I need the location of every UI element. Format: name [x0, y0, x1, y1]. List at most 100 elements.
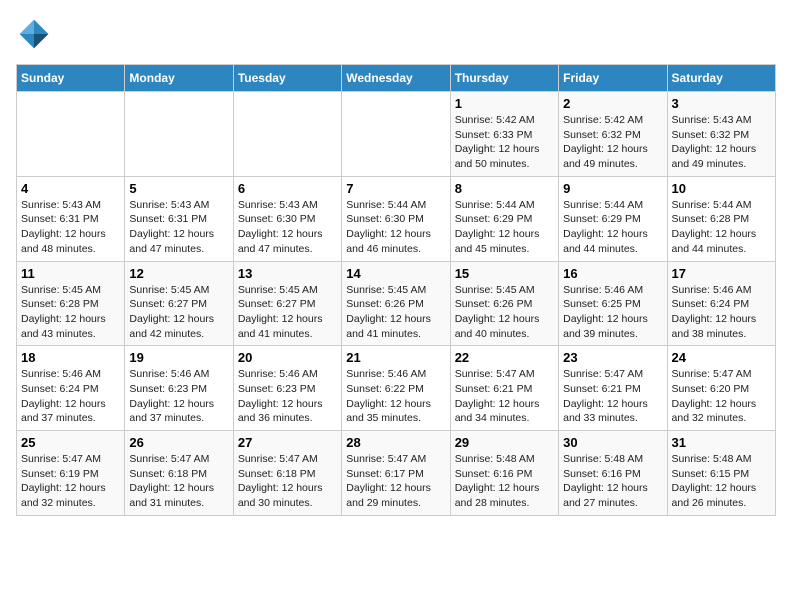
day-number: 2: [563, 96, 662, 111]
calendar-cell: 13 Sunrise: 5:45 AM Sunset: 6:27 PM Dayli…: [233, 261, 341, 346]
day-number: 30: [563, 435, 662, 450]
page-header: [16, 16, 776, 52]
day-info: Sunrise: 5:45 AM Sunset: 6:26 PM Dayligh…: [346, 283, 445, 342]
day-number: 21: [346, 350, 445, 365]
day-number: 23: [563, 350, 662, 365]
calendar-cell: 22Sunrise: 5:47 AM Sunset: 6:21 PM Dayli…: [450, 346, 558, 431]
day-info: Sunrise: 5:45 AM Sunset: 6:27 PM Dayligh…: [129, 283, 228, 342]
calendar-cell: 23 Sunrise: 5:47 AM Sunset: 6:21 PM Dayli…: [559, 346, 667, 431]
calendar-cell: 29Sunrise: 5:48 AM Sunset: 6:16 PM Dayli…: [450, 431, 558, 516]
day-number: 4: [21, 181, 120, 196]
calendar-cell: 5 Sunrise: 5:43 AM Sunset: 6:31 PM Daylig…: [125, 176, 233, 261]
logo-icon: [16, 16, 52, 52]
calendar-cell: 12 Sunrise: 5:45 AM Sunset: 6:27 PM Dayli…: [125, 261, 233, 346]
day-number: 5: [129, 181, 228, 196]
day-number: 17: [672, 266, 771, 281]
calendar-cell: 31 Sunrise: 5:48 AM Sunset: 6:15 PM Dayli…: [667, 431, 775, 516]
calendar-cell: 17 Sunrise: 5:46 AM Sunset: 6:24 PM Dayli…: [667, 261, 775, 346]
day-header-saturday: Saturday: [667, 65, 775, 92]
calendar-cell: 25 Sunrise: 5:47 AM Sunset: 6:19 PM Dayli…: [17, 431, 125, 516]
day-number: 28: [346, 435, 445, 450]
day-info: Sunrise: 5:44 AM Sunset: 6:28 PM Dayligh…: [672, 198, 771, 257]
calendar-cell: 14 Sunrise: 5:45 AM Sunset: 6:26 PM Dayli…: [342, 261, 450, 346]
calendar-cell: 24Sunrise: 5:47 AM Sunset: 6:20 PM Dayli…: [667, 346, 775, 431]
calendar-cell: 3 Sunrise: 5:43 AM Sunset: 6:32 PM Daylig…: [667, 92, 775, 177]
day-number: 3: [672, 96, 771, 111]
day-info: Sunrise: 5:42 AM Sunset: 6:33 PM Dayligh…: [455, 113, 554, 172]
day-info: Sunrise: 5:47 AM Sunset: 6:18 PM Dayligh…: [238, 452, 337, 511]
calendar-cell: 26 Sunrise: 5:47 AM Sunset: 6:18 PM Dayli…: [125, 431, 233, 516]
day-info: Sunrise: 5:48 AM Sunset: 6:16 PM Dayligh…: [455, 452, 554, 511]
day-number: 13: [238, 266, 337, 281]
day-info: Sunrise: 5:47 AM Sunset: 6:19 PM Dayligh…: [21, 452, 120, 511]
day-info: Sunrise: 5:43 AM Sunset: 6:31 PM Dayligh…: [129, 198, 228, 257]
calendar-cell: 20 Sunrise: 5:46 AM Sunset: 6:23 PM Dayli…: [233, 346, 341, 431]
day-info: Sunrise: 5:43 AM Sunset: 6:32 PM Dayligh…: [672, 113, 771, 172]
calendar-week-row: 25 Sunrise: 5:47 AM Sunset: 6:19 PM Dayli…: [17, 431, 776, 516]
calendar-cell: [17, 92, 125, 177]
day-number: 14: [346, 266, 445, 281]
day-header-friday: Friday: [559, 65, 667, 92]
day-info: Sunrise: 5:45 AM Sunset: 6:28 PM Dayligh…: [21, 283, 120, 342]
day-info: Sunrise: 5:45 AM Sunset: 6:27 PM Dayligh…: [238, 283, 337, 342]
calendar-week-row: 4 Sunrise: 5:43 AM Sunset: 6:31 PM Daylig…: [17, 176, 776, 261]
day-number: 20: [238, 350, 337, 365]
calendar-cell: 1Sunrise: 5:42 AM Sunset: 6:33 PM Daylig…: [450, 92, 558, 177]
day-number: 11: [21, 266, 120, 281]
calendar-cell: 28 Sunrise: 5:47 AM Sunset: 6:17 PM Dayli…: [342, 431, 450, 516]
day-info: Sunrise: 5:46 AM Sunset: 6:22 PM Dayligh…: [346, 367, 445, 426]
calendar-week-row: 1Sunrise: 5:42 AM Sunset: 6:33 PM Daylig…: [17, 92, 776, 177]
day-info: Sunrise: 5:46 AM Sunset: 6:23 PM Dayligh…: [129, 367, 228, 426]
day-number: 27: [238, 435, 337, 450]
day-number: 31: [672, 435, 771, 450]
day-info: Sunrise: 5:43 AM Sunset: 6:31 PM Dayligh…: [21, 198, 120, 257]
calendar-cell: 6 Sunrise: 5:43 AM Sunset: 6:30 PM Daylig…: [233, 176, 341, 261]
logo: [16, 16, 58, 52]
day-number: 10: [672, 181, 771, 196]
day-number: 26: [129, 435, 228, 450]
day-info: Sunrise: 5:42 AM Sunset: 6:32 PM Dayligh…: [563, 113, 662, 172]
day-number: 19: [129, 350, 228, 365]
calendar-cell: [125, 92, 233, 177]
day-info: Sunrise: 5:47 AM Sunset: 6:18 PM Dayligh…: [129, 452, 228, 511]
day-number: 9: [563, 181, 662, 196]
day-info: Sunrise: 5:46 AM Sunset: 6:24 PM Dayligh…: [21, 367, 120, 426]
day-info: Sunrise: 5:44 AM Sunset: 6:29 PM Dayligh…: [455, 198, 554, 257]
day-info: Sunrise: 5:43 AM Sunset: 6:30 PM Dayligh…: [238, 198, 337, 257]
day-number: 8: [455, 181, 554, 196]
day-info: Sunrise: 5:46 AM Sunset: 6:25 PM Dayligh…: [563, 283, 662, 342]
day-number: 22: [455, 350, 554, 365]
calendar-week-row: 18 Sunrise: 5:46 AM Sunset: 6:24 PM Dayli…: [17, 346, 776, 431]
day-header-sunday: Sunday: [17, 65, 125, 92]
day-info: Sunrise: 5:44 AM Sunset: 6:29 PM Dayligh…: [563, 198, 662, 257]
day-info: Sunrise: 5:47 AM Sunset: 6:17 PM Dayligh…: [346, 452, 445, 511]
day-info: Sunrise: 5:45 AM Sunset: 6:26 PM Dayligh…: [455, 283, 554, 342]
day-info: Sunrise: 5:46 AM Sunset: 6:24 PM Dayligh…: [672, 283, 771, 342]
day-number: 18: [21, 350, 120, 365]
calendar-cell: [233, 92, 341, 177]
calendar-cell: 27 Sunrise: 5:47 AM Sunset: 6:18 PM Dayli…: [233, 431, 341, 516]
calendar-cell: 10 Sunrise: 5:44 AM Sunset: 6:28 PM Dayli…: [667, 176, 775, 261]
calendar-cell: 19 Sunrise: 5:46 AM Sunset: 6:23 PM Dayli…: [125, 346, 233, 431]
day-number: 12: [129, 266, 228, 281]
day-number: 24: [672, 350, 771, 365]
day-number: 16: [563, 266, 662, 281]
calendar-cell: 30 Sunrise: 5:48 AM Sunset: 6:16 PM Dayli…: [559, 431, 667, 516]
calendar-cell: 8 Sunrise: 5:44 AM Sunset: 6:29 PM Daylig…: [450, 176, 558, 261]
calendar-cell: 21 Sunrise: 5:46 AM Sunset: 6:22 PM Dayli…: [342, 346, 450, 431]
calendar-table: SundayMondayTuesdayWednesdayThursdayFrid…: [16, 64, 776, 516]
calendar-header-row: SundayMondayTuesdayWednesdayThursdayFrid…: [17, 65, 776, 92]
day-info: Sunrise: 5:46 AM Sunset: 6:23 PM Dayligh…: [238, 367, 337, 426]
calendar-week-row: 11 Sunrise: 5:45 AM Sunset: 6:28 PM Dayli…: [17, 261, 776, 346]
calendar-cell: 4 Sunrise: 5:43 AM Sunset: 6:31 PM Daylig…: [17, 176, 125, 261]
day-number: 6: [238, 181, 337, 196]
day-info: Sunrise: 5:48 AM Sunset: 6:16 PM Dayligh…: [563, 452, 662, 511]
calendar-cell: 18 Sunrise: 5:46 AM Sunset: 6:24 PM Dayli…: [17, 346, 125, 431]
calendar-cell: 11 Sunrise: 5:45 AM Sunset: 6:28 PM Dayli…: [17, 261, 125, 346]
day-number: 25: [21, 435, 120, 450]
calendar-cell: 15Sunrise: 5:45 AM Sunset: 6:26 PM Dayli…: [450, 261, 558, 346]
calendar-cell: [342, 92, 450, 177]
calendar-cell: 9 Sunrise: 5:44 AM Sunset: 6:29 PM Daylig…: [559, 176, 667, 261]
day-info: Sunrise: 5:48 AM Sunset: 6:15 PM Dayligh…: [672, 452, 771, 511]
day-info: Sunrise: 5:47 AM Sunset: 6:21 PM Dayligh…: [563, 367, 662, 426]
